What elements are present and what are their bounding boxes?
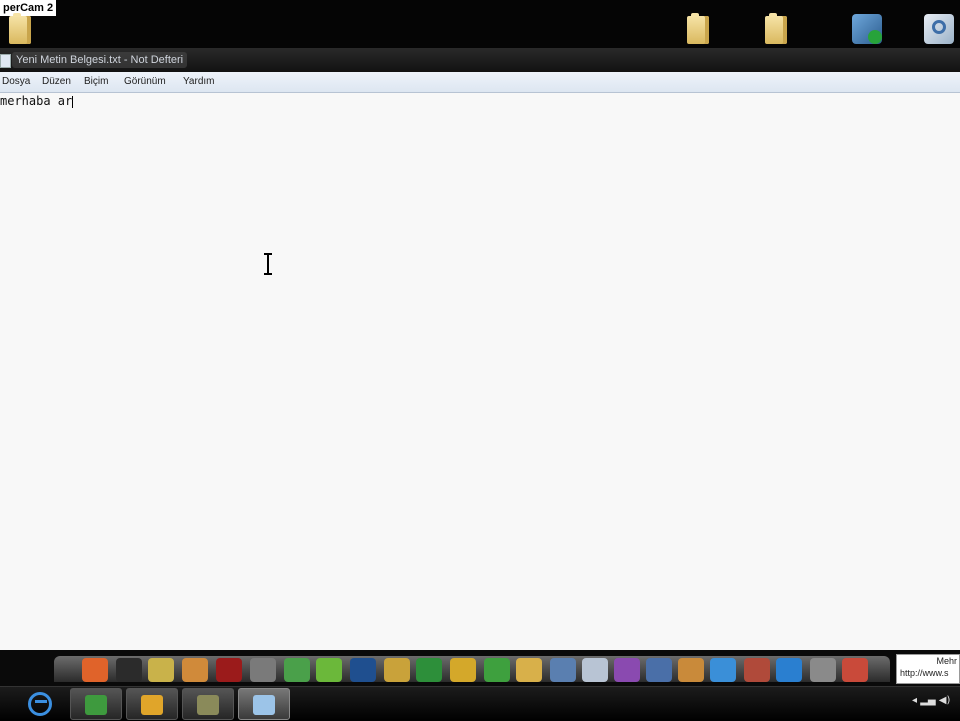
text-editor[interactable]: merhaba ar [0,93,960,650]
dock-app-icon[interactable] [582,658,608,682]
taskbar: ◂ ▂▄ ◀) [0,686,960,721]
dock-app-icon[interactable] [416,658,442,682]
notepad-icon [253,695,275,715]
dock-app-icon[interactable] [842,658,868,682]
dock-app-icon[interactable] [148,658,174,682]
menu-file[interactable]: Dosya [2,75,30,89]
folder-icon[interactable] [684,13,712,46]
menu-bar: Dosya Düzen Biçim Görünüm Yardım [0,72,960,93]
dock-app-icon[interactable] [744,658,770,682]
dock-app-icon[interactable] [550,658,576,682]
taskbar-notepad-button[interactable] [238,688,290,720]
dock-app-icon[interactable] [250,658,276,682]
text-caret [72,95,74,108]
document-icon [0,54,11,68]
volume-icon[interactable]: ◀) [939,695,951,706]
notification-box[interactable]: Mehr http://www.s [896,654,960,684]
dock-app-icon[interactable] [614,658,640,682]
system-tray: ◂ ▂▄ ◀) [912,695,950,706]
dock-app-icon[interactable] [116,658,142,682]
menu-edit[interactable]: Düzen [42,75,71,89]
fireworks-icon [197,695,219,715]
dock-app-icon[interactable] [484,658,510,682]
messenger-icon [85,695,107,715]
dock-app-icon[interactable] [182,658,208,682]
dock-app-icon[interactable] [284,658,310,682]
dock-app-icon[interactable] [516,658,542,682]
tools-app-icon[interactable] [852,14,882,46]
menu-format[interactable]: Biçim [84,75,108,89]
dock-app-icon[interactable] [678,658,704,682]
folder-icon[interactable] [6,13,34,46]
editor-content: merhaba ar [0,94,74,108]
flash-app-icon[interactable] [216,658,242,682]
typed-text: merhaba ar [0,94,73,108]
folder-icon[interactable] [762,13,790,46]
search-app-icon[interactable] [924,14,954,46]
notification-line1: Mehr [936,656,957,666]
dock-app-icon[interactable] [810,658,836,682]
app-dock: Mehr http://www.s [0,650,960,686]
taskbar-messenger-button[interactable] [70,688,122,720]
dock-app-icon[interactable] [316,658,342,682]
menu-view[interactable]: Görünüm [124,75,166,89]
desktop: perCam 2 [0,0,960,48]
taskbar-fireworks-button[interactable] [182,688,234,720]
window-title: Yeni Metin Belgesi.txt - Not Defteri [12,52,188,68]
photoshop-app-icon[interactable] [350,658,376,682]
start-orb-icon[interactable] [22,689,56,719]
dock-app-icon[interactable] [384,658,410,682]
ibeam-cursor-icon [263,253,273,275]
title-bar[interactable]: Yeni Metin Belgesi.txt - Not Defteri [0,48,960,73]
power-app-icon [141,695,163,715]
dock-app-icon[interactable] [450,658,476,682]
taskbar-power-app-button[interactable] [126,688,178,720]
dock-shelf [54,656,890,682]
network-icon[interactable]: ▂▄ [920,695,935,706]
notification-line2: http://www.s [900,668,949,678]
show-hidden-icon[interactable]: ◂ [912,695,917,706]
dock-app-icon[interactable] [82,658,108,682]
notepad-window: Yeni Metin Belgesi.txt - Not Defteri Dos… [0,48,960,650]
dock-app-icon[interactable] [710,658,736,682]
menu-help[interactable]: Yardım [183,75,215,89]
dock-app-icon[interactable] [646,658,672,682]
dock-app-icon[interactable] [776,658,802,682]
